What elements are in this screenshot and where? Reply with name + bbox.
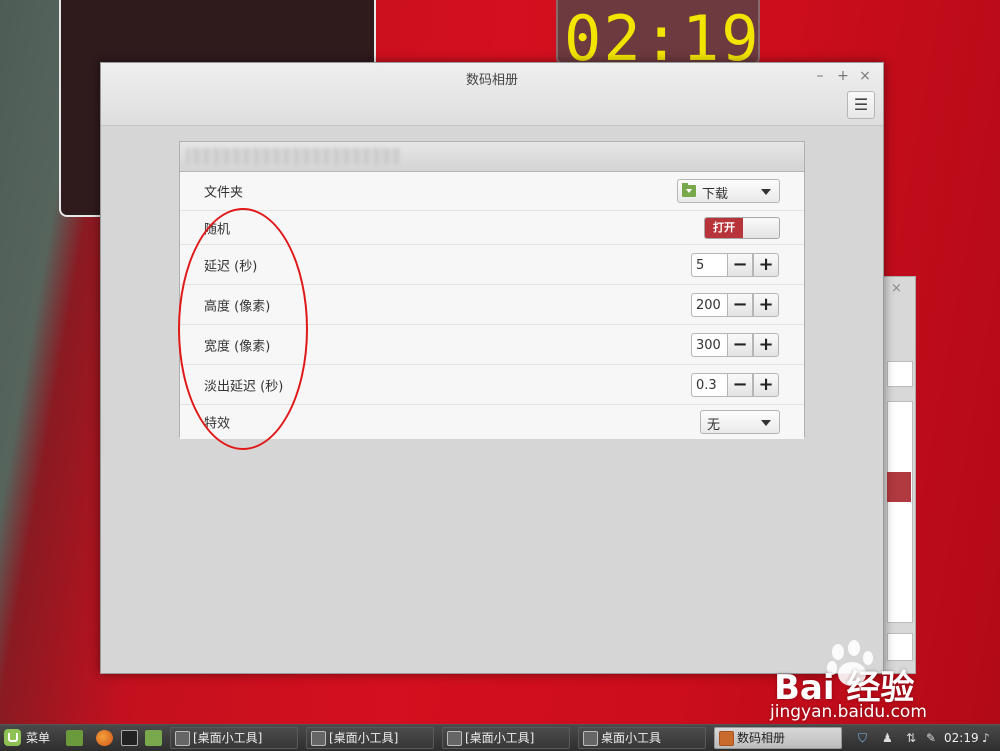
titlebar[interactable]: 数码相册 – + × ☰ [101, 63, 883, 126]
minimize-button[interactable]: – [813, 68, 827, 84]
row-fade-delay: 淡出延迟 (秒) 0.3 − + [180, 365, 804, 405]
volume-icon[interactable]: ♪ [982, 725, 990, 751]
fade-delay-input[interactable]: 0.3 [691, 372, 728, 397]
folder-label: 文件夹 [204, 185, 244, 201]
mint-logo-icon [4, 729, 21, 746]
delay-input[interactable]: 5 [691, 252, 728, 277]
task-photo-album[interactable]: 数码相册 [714, 727, 842, 749]
baidu-watermark: Bai 经验 jingyan.baidu.com [760, 640, 1000, 724]
network-icon[interactable]: ⇅ [906, 725, 916, 751]
task-label: [桌面小工具] [193, 731, 263, 745]
row-delay: 延迟 (秒) 5 − + [180, 245, 804, 285]
desklet-icon [311, 731, 326, 746]
blurred-header-text [186, 148, 400, 165]
terminal-icon[interactable] [121, 730, 138, 746]
close-button[interactable]: × [858, 68, 872, 84]
effect-value: 无 [707, 418, 721, 433]
task-desklet-2[interactable]: [桌面小工具] [306, 727, 434, 749]
close-icon[interactable]: × [891, 281, 902, 296]
bg-list [887, 401, 913, 623]
task-desklet-1[interactable]: [桌面小工具] [170, 727, 298, 749]
effect-label: 特效 [204, 416, 231, 432]
window-title: 数码相册 [465, 73, 518, 88]
width-spinner: 300 − + [691, 332, 780, 357]
task-label: [桌面小工具] [465, 731, 535, 745]
maximize-button[interactable]: + [836, 68, 850, 84]
taskbar: 菜单 [桌面小工具] [桌面小工具] [桌面小工具] 桌面小工具 数码相册 ⛉ … [0, 724, 1000, 751]
random-label: 随机 [204, 222, 231, 237]
row-height: 高度 (像素) 200 − + [180, 285, 804, 325]
width-plus-button[interactable]: + [753, 332, 779, 357]
watermark-url: jingyan.baidu.com [770, 702, 927, 722]
settings-window: 数码相册 – + × ☰ 文件夹 下载 随机 打开 延迟 (秒) 5 − + 高… [100, 62, 884, 674]
chevron-down-icon [761, 420, 771, 426]
firefox-icon[interactable] [96, 730, 113, 746]
settings-panel: 文件夹 下载 随机 打开 延迟 (秒) 5 − + 高度 (像素) 200 − … [179, 141, 805, 439]
menu-label: 菜单 [26, 731, 51, 745]
row-effect: 特效 无 [180, 405, 804, 439]
height-plus-button[interactable]: + [753, 292, 779, 317]
fade-delay-spinner: 0.3 − + [691, 372, 780, 397]
panel-header [180, 142, 804, 172]
user-icon[interactable]: ♟ [882, 725, 893, 751]
effect-combo[interactable]: 无 [700, 410, 780, 434]
task-label: 桌面小工具 [601, 731, 662, 745]
files-icon[interactable] [145, 730, 162, 746]
bg-field [887, 361, 913, 387]
clock-digits: 02:19 [564, 2, 760, 64]
desklet-icon [583, 731, 598, 746]
pen-icon[interactable]: ✎ [926, 725, 936, 751]
download-folder-icon [682, 183, 696, 197]
task-desklet-4[interactable]: 桌面小工具 [578, 727, 706, 749]
toggle-on-text: 打开 [705, 217, 743, 238]
shield-icon[interactable]: ⛉ [858, 725, 867, 751]
photo-album-icon [719, 731, 734, 746]
background-window[interactable]: × [880, 276, 916, 674]
folder-value: 下载 [702, 187, 729, 202]
task-desklet-3[interactable]: [桌面小工具] [442, 727, 570, 749]
fade-delay-label: 淡出延迟 (秒) [204, 379, 284, 394]
desklet-icon [175, 731, 190, 746]
start-menu-button[interactable]: 菜单 [0, 725, 62, 751]
task-label: 数码相册 [737, 731, 786, 745]
delay-plus-button[interactable]: + [753, 252, 779, 277]
width-input[interactable]: 300 [691, 332, 728, 357]
row-width: 宽度 (像素) 300 − + [180, 325, 804, 365]
row-random: 随机 打开 [180, 211, 804, 245]
delay-minus-button[interactable]: − [727, 252, 753, 277]
fade-delay-plus-button[interactable]: + [753, 372, 779, 397]
height-input[interactable]: 200 [691, 292, 728, 317]
random-toggle[interactable]: 打开 [704, 216, 780, 239]
desklet-clock: 02:19 [556, 0, 760, 64]
row-folder: 文件夹 下载 [180, 172, 804, 211]
height-spinner: 200 − + [691, 292, 780, 317]
task-label: [桌面小工具] [329, 731, 399, 745]
delay-spinner: 5 − + [691, 252, 780, 277]
height-minus-button[interactable]: − [727, 292, 753, 317]
show-desktop-icon[interactable] [66, 730, 83, 746]
folder-combo[interactable]: 下载 [677, 179, 780, 203]
chevron-down-icon [761, 189, 771, 195]
height-label: 高度 (像素) [204, 299, 271, 314]
hamburger-menu-icon[interactable]: ☰ [847, 91, 875, 119]
fade-delay-minus-button[interactable]: − [727, 372, 753, 397]
width-label: 宽度 (像素) [204, 339, 271, 354]
width-minus-button[interactable]: − [727, 332, 753, 357]
bg-selected-row [887, 472, 911, 502]
taskbar-clock[interactable]: 02:19 [944, 725, 979, 751]
delay-label: 延迟 (秒) [204, 259, 258, 274]
desklet-icon [447, 731, 462, 746]
